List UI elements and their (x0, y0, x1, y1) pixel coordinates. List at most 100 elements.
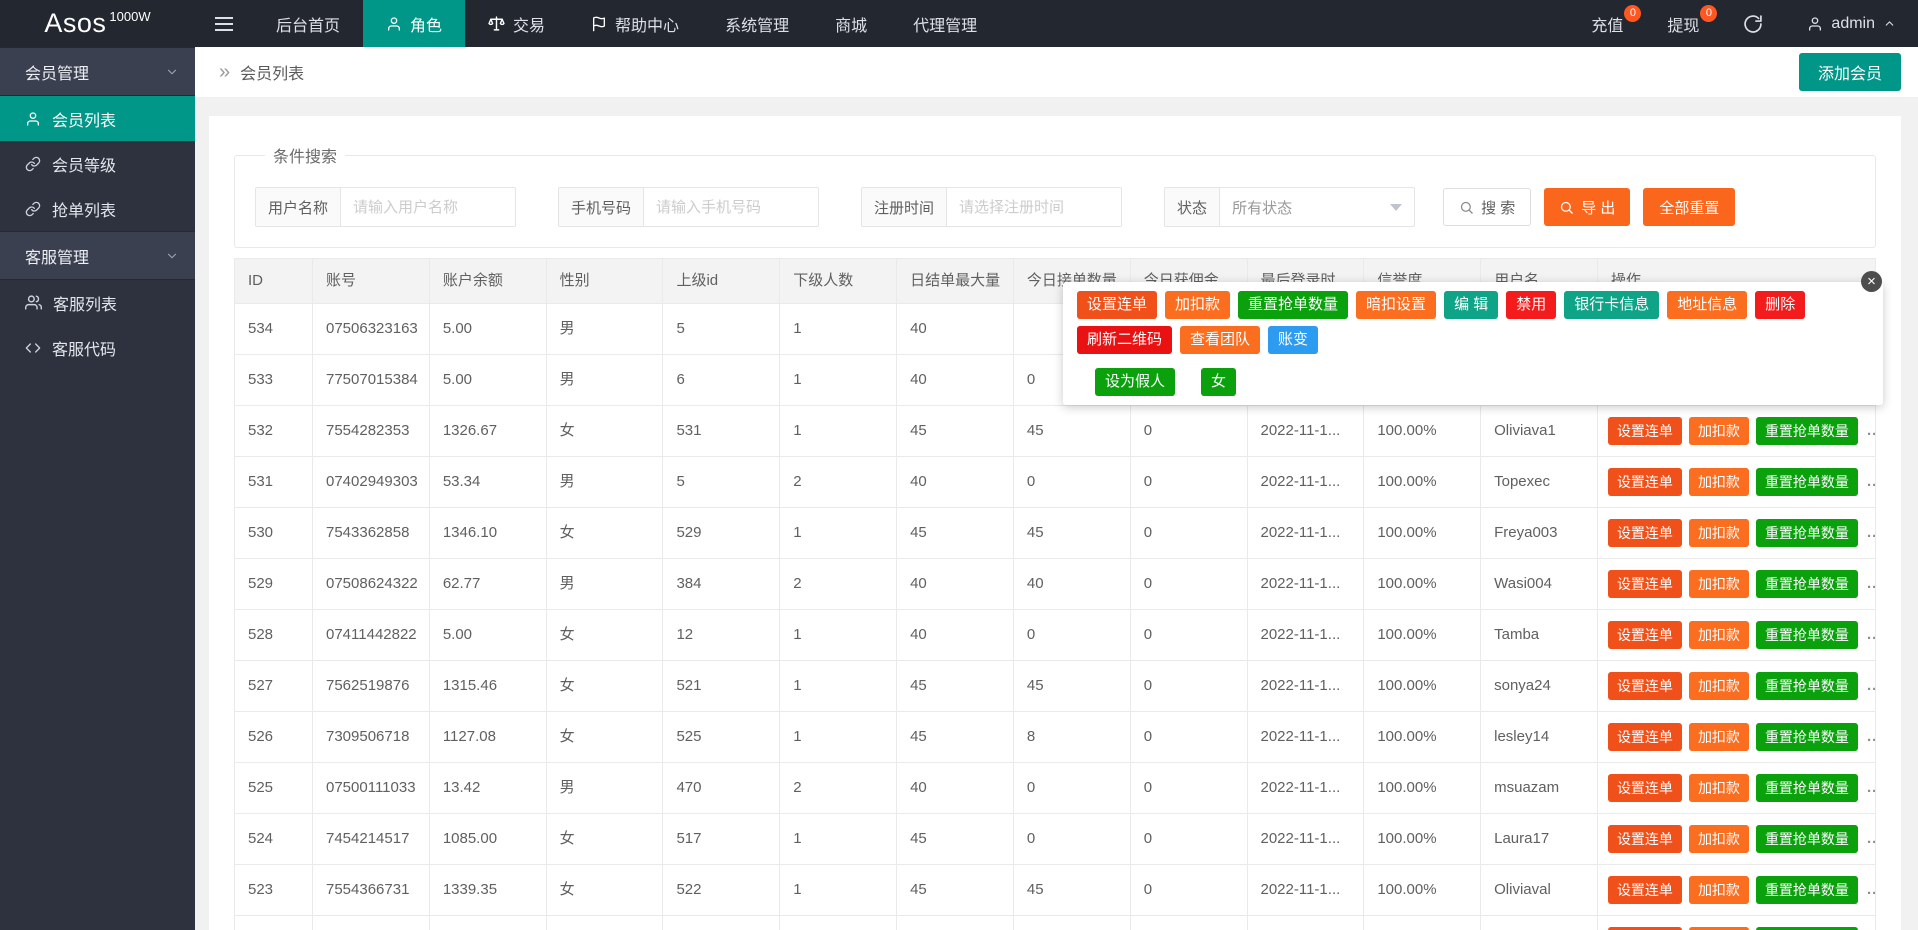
cell-balance: 13.42 (430, 763, 547, 813)
menu-item-roles[interactable]: 角色 (363, 0, 465, 47)
breadcrumb-icon: » (219, 61, 230, 84)
row-action-set-chain-button[interactable]: 设置连单 (1608, 570, 1682, 598)
row-action-reset-grab-button[interactable]: 重置抢单数量 (1756, 417, 1858, 445)
menu-item-mall[interactable]: 商城 (812, 0, 890, 47)
row-action-more-button[interactable]: ... (1867, 763, 1875, 813)
row-action-set-chain-button[interactable]: 设置连单 (1608, 519, 1682, 547)
row-action-reset-grab-button[interactable]: 重置抢单数量 (1756, 774, 1858, 802)
username-field-label: 用户名称 (256, 188, 341, 226)
row-action-adjust-funds-button[interactable]: 加扣款 (1689, 417, 1749, 445)
row-action-adjust-funds-button[interactable]: 加扣款 (1689, 519, 1749, 547)
cell-last-login: 2022-11-1... (1248, 814, 1365, 864)
row-action-more-button[interactable]: ... (1867, 508, 1875, 558)
cell-username: Oliviaval (1481, 865, 1598, 915)
row-action-more-button[interactable]: ... (1867, 712, 1875, 762)
status-select[interactable]: 所有状态 (1220, 188, 1414, 226)
add-member-button[interactable]: 添加会员 (1799, 53, 1901, 91)
sidebar-item-label: 会员列表 (52, 107, 116, 131)
row-action-set-chain-button[interactable]: 设置连单 (1608, 876, 1682, 904)
popup-action-button[interactable]: 设为假人 (1095, 368, 1175, 396)
menu-item-dashboard[interactable]: 后台首页 (253, 0, 363, 47)
username-input[interactable] (341, 188, 515, 226)
row-action-adjust-funds-button[interactable]: 加扣款 (1689, 570, 1749, 598)
cell-account: 07508624322 (313, 559, 430, 609)
row-action-more-button[interactable]: ... (1867, 661, 1875, 711)
menu-label: 帮助中心 (615, 12, 679, 36)
search-button[interactable]: 搜 索 (1443, 188, 1531, 226)
hamburger-icon[interactable] (195, 0, 253, 47)
export-button[interactable]: 导 出 (1544, 188, 1630, 226)
popup-action-button[interactable]: 重置抢单数量 (1238, 291, 1348, 319)
person-icon (25, 111, 41, 127)
popup-action-button[interactable]: 暗扣设置 (1356, 291, 1436, 319)
row-action-set-chain-button[interactable]: 设置连单 (1608, 468, 1682, 496)
table-row: 532 7554282353 1326.67 女 531 1 45 45 0 2… (235, 405, 1875, 456)
regtime-input[interactable] (947, 188, 1121, 226)
row-action-set-chain-button[interactable]: 设置连单 (1608, 774, 1682, 802)
sidebar-item-service-code[interactable]: 客服代码 (0, 325, 195, 370)
row-action-adjust-funds-button[interactable]: 加扣款 (1689, 825, 1749, 853)
phone-input[interactable] (644, 188, 818, 226)
sidebar: 会员管理 会员列表 会员等级 抢单列表 客服管理 客服列表 客服代码 (0, 47, 195, 930)
menu-item-agent[interactable]: 代理管理 (890, 0, 1000, 47)
sidebar-item-member-level[interactable]: 会员等级 (0, 141, 195, 186)
row-action-adjust-funds-button[interactable]: 加扣款 (1689, 468, 1749, 496)
sidebar-item-grab-order-list[interactable]: 抢单列表 (0, 186, 195, 231)
popup-action-button[interactable]: 加扣款 (1165, 291, 1230, 319)
popup-action-button[interactable]: 查看团队 (1180, 326, 1260, 354)
row-action-more-button[interactable]: ... (1867, 916, 1875, 930)
sidebar-item-service-list[interactable]: 客服列表 (0, 280, 195, 325)
row-action-reset-grab-button[interactable]: 重置抢单数量 (1756, 825, 1858, 853)
popup-close-icon[interactable]: × (1861, 271, 1882, 292)
row-action-adjust-funds-button[interactable]: 加扣款 (1689, 774, 1749, 802)
row-action-reset-grab-button[interactable]: 重置抢单数量 (1756, 723, 1858, 751)
row-action-set-chain-button[interactable]: 设置连单 (1608, 621, 1682, 649)
row-action-adjust-funds-button[interactable]: 加扣款 (1689, 672, 1749, 700)
popup-action-button[interactable]: 刷新二维码 (1077, 326, 1172, 354)
row-action-more-button[interactable]: ... (1867, 559, 1875, 609)
row-action-reset-grab-button[interactable]: 重置抢单数量 (1756, 621, 1858, 649)
row-action-set-chain-button[interactable]: 设置连单 (1608, 417, 1682, 445)
cell-id: 534 (235, 304, 313, 354)
cell-parent-id: 384 (663, 559, 780, 609)
refresh-button[interactable] (1721, 0, 1785, 47)
popup-action-button[interactable]: 银行卡信息 (1564, 291, 1659, 319)
row-action-more-button[interactable]: ... (1867, 814, 1875, 864)
row-action-more-button[interactable]: ... (1867, 457, 1875, 507)
row-action-reset-grab-button[interactable]: 重置抢单数量 (1756, 876, 1858, 904)
popup-action-button[interactable]: 禁用 (1506, 291, 1556, 319)
cell-sub-count: 2 (780, 559, 897, 609)
sidebar-group-service-management[interactable]: 客服管理 (0, 231, 195, 280)
popup-action-button[interactable]: 女 (1201, 368, 1236, 396)
row-action-reset-grab-button[interactable]: 重置抢单数量 (1756, 519, 1858, 547)
row-action-set-chain-button[interactable]: 设置连单 (1608, 723, 1682, 751)
row-action-adjust-funds-button[interactable]: 加扣款 (1689, 876, 1749, 904)
sidebar-group-member-management[interactable]: 会员管理 (0, 47, 195, 96)
row-action-set-chain-button[interactable]: 设置连单 (1608, 825, 1682, 853)
row-action-reset-grab-button[interactable]: 重置抢单数量 (1756, 570, 1858, 598)
menu-item-trade[interactable]: 交易 (465, 0, 568, 47)
row-action-adjust-funds-button[interactable]: 加扣款 (1689, 723, 1749, 751)
cell-parent-id: 517 (663, 814, 780, 864)
row-action-more-button[interactable]: ... (1867, 406, 1875, 456)
row-action-set-chain-button[interactable]: 设置连单 (1608, 672, 1682, 700)
row-action-more-button[interactable]: ... (1867, 610, 1875, 660)
row-action-reset-grab-button[interactable]: 重置抢单数量 (1756, 672, 1858, 700)
popup-action-button[interactable]: 账变 (1268, 326, 1318, 354)
popup-action-button[interactable]: 地址信息 (1667, 291, 1747, 319)
recharge-button[interactable]: 充值 0 (1569, 0, 1645, 47)
row-action-adjust-funds-button[interactable]: 加扣款 (1689, 621, 1749, 649)
cell-username: Wasi004 (1481, 559, 1598, 609)
menu-item-system[interactable]: 系统管理 (702, 0, 812, 47)
popup-action-button[interactable]: 编 辑 (1444, 291, 1498, 319)
user-menu[interactable]: admin (1785, 0, 1918, 47)
popup-action-button[interactable]: 删除 (1755, 291, 1805, 319)
row-action-reset-grab-button[interactable]: 重置抢单数量 (1756, 468, 1858, 496)
reset-all-button[interactable]: 全部重置 (1643, 188, 1735, 226)
row-action-more-button[interactable]: ... (1867, 865, 1875, 915)
menu-item-help-center[interactable]: 帮助中心 (568, 0, 702, 47)
sidebar-item-member-list[interactable]: 会员列表 (0, 96, 195, 141)
withdraw-button[interactable]: 提现 0 (1645, 0, 1721, 47)
popup-action-button[interactable]: 设置连单 (1077, 291, 1157, 319)
cell-today-commission: 0 (1131, 661, 1248, 711)
